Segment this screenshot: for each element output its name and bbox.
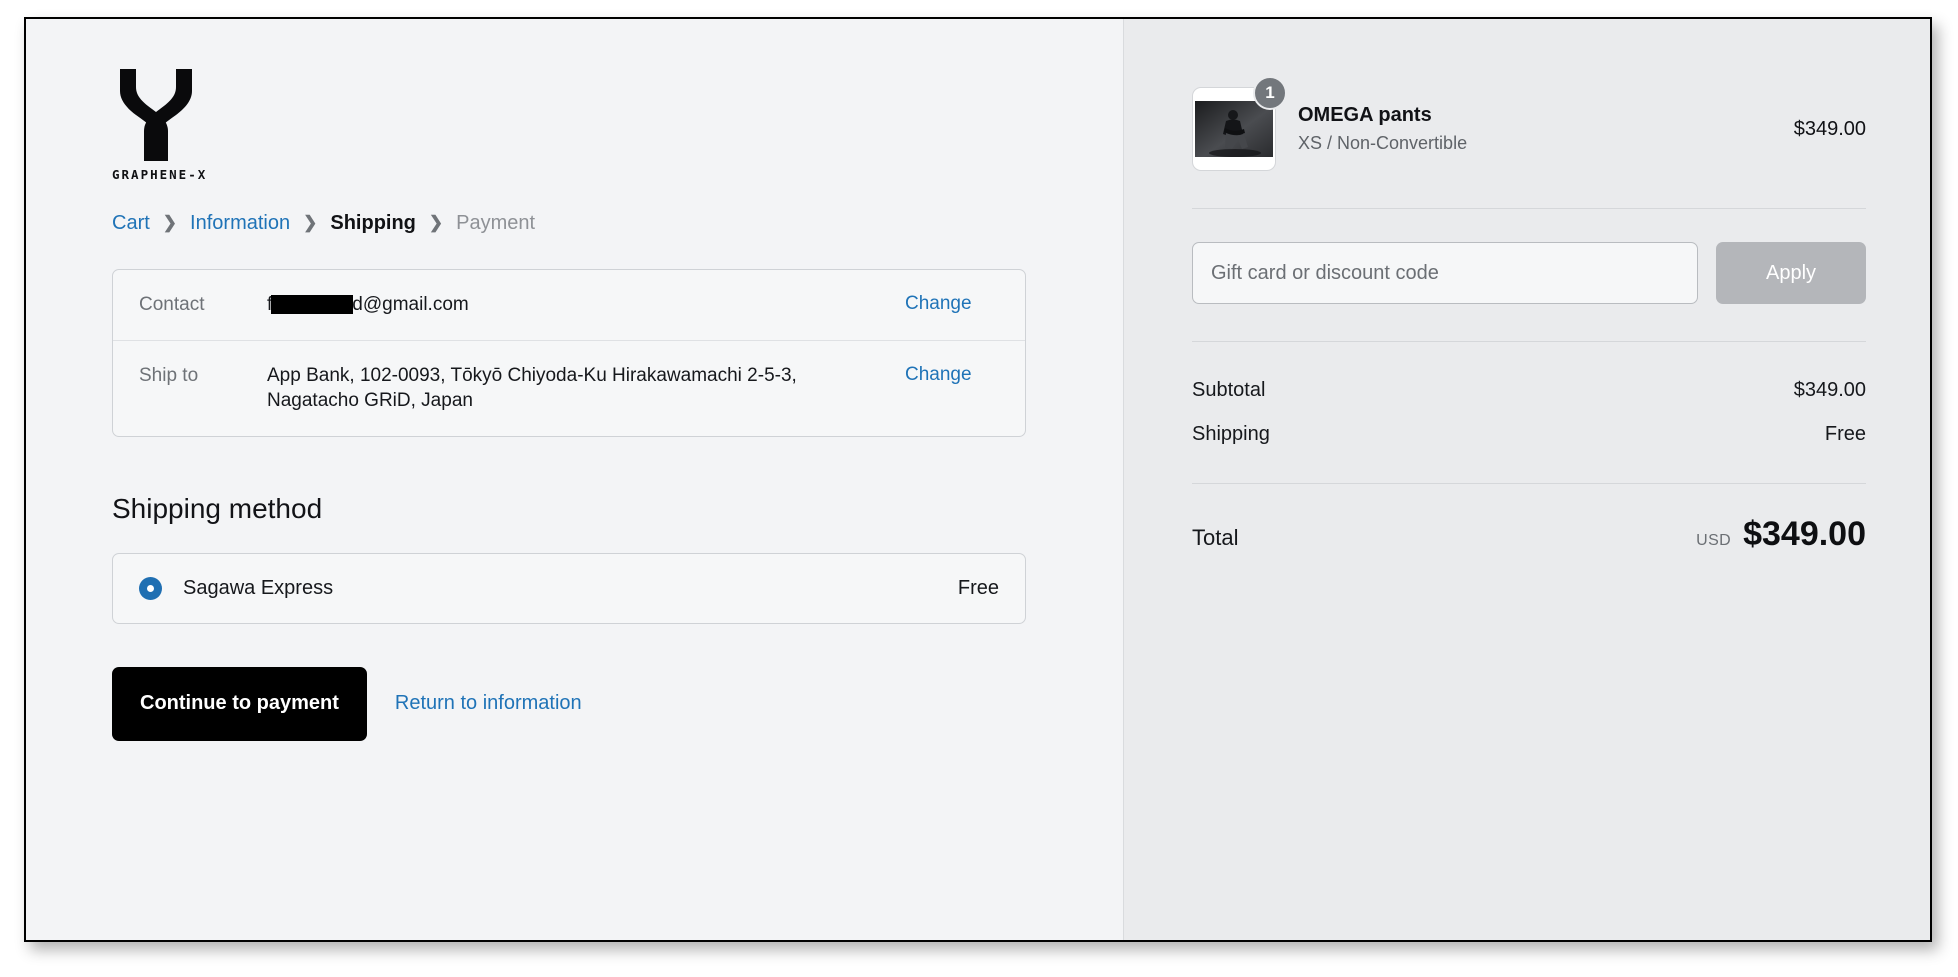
shipping-option-label: Sagawa Express	[183, 576, 334, 599]
breadcrumb-step-information[interactable]: Information	[190, 212, 290, 235]
shipping-value: Free	[1824, 423, 1866, 445]
ship-to-label: Ship to	[139, 364, 199, 386]
chevron-right-icon: ❯	[428, 213, 444, 232]
product-photo-omega-pants-icon	[1195, 101, 1273, 157]
email-suffix: d@gmail.com	[352, 294, 469, 315]
discount-code-input[interactable]	[1192, 242, 1698, 304]
graphene-x-chromosome-logo-icon	[120, 69, 192, 161]
quantity-badge: 1	[1253, 76, 1287, 110]
apply-discount-button[interactable]: Apply	[1716, 242, 1866, 304]
shipping-option-sagawa-express[interactable]: Sagawa Express Free	[112, 552, 1026, 624]
totals-list: Subtotal $349.00 Shipping Free	[1192, 379, 1866, 446]
shipping-option-price: Free	[957, 576, 999, 599]
subtotal-row: Subtotal $349.00	[1192, 379, 1866, 402]
product-price: $349.00	[1793, 117, 1866, 140]
summary-divider-middle	[1192, 341, 1866, 342]
line-item-info: OMEGA pants XS / Non-Convertible	[1298, 102, 1772, 155]
breadcrumb-step-cart[interactable]: Cart	[112, 212, 150, 235]
grand-total-label: Total	[1192, 525, 1239, 550]
product-title: OMEGA pants	[1298, 104, 1432, 127]
breadcrumb: Cart ❯ Information ❯ Shipping ❯ Payment	[112, 212, 1123, 235]
contact-row: Contact f d@gmail.com Change	[113, 270, 1025, 340]
summary-divider-bottom	[1192, 483, 1866, 484]
radio-selected-icon[interactable]	[139, 576, 162, 600]
chevron-right-icon: ❯	[303, 213, 318, 232]
discount-row: Apply	[1192, 242, 1866, 304]
breadcrumb-step-payment: Payment	[456, 212, 536, 234]
brand-wordmark: GRAPHENE-X	[112, 167, 208, 182]
grand-total-row: Total USD $349.00	[1192, 515, 1866, 554]
grand-total-amount-group: USD $349.00	[1696, 515, 1866, 554]
change-address-link[interactable]: Change	[905, 363, 972, 386]
checkout-screenshot-frame: GRAPHENE-X Cart ❯ Information ❯ Shipping…	[24, 17, 1932, 942]
breadcrumb-step-shipping: Shipping	[330, 212, 416, 234]
form-actions: Continue to payment Return to informatio…	[112, 666, 1123, 741]
chevron-right-icon: ❯	[162, 213, 178, 232]
return-to-information-link[interactable]: Return to information	[395, 692, 582, 715]
shipping-method-heading: Shipping method	[112, 492, 323, 524]
subtotal-label: Subtotal	[1192, 379, 1266, 401]
order-review-box: Contact f d@gmail.com Change Ship to App…	[112, 269, 1026, 437]
line-item: 1 OMEGA pants XS / Non-Convertible $349.…	[1192, 76, 1866, 171]
continue-to-payment-button[interactable]: Continue to payment	[112, 666, 367, 741]
redaction-bar	[271, 295, 354, 315]
product-variant: XS / Non-Convertible	[1298, 133, 1468, 154]
ship-to-row: Ship to App Bank, 102-0093, Tōkyō Chiyod…	[113, 339, 1025, 436]
grand-total-amount: $349.00	[1743, 515, 1866, 553]
change-contact-link[interactable]: Change	[905, 292, 972, 315]
contact-value: f d@gmail.com	[267, 292, 887, 318]
ship-to-value: App Bank, 102-0093, Tōkyō Chiyoda-Ku Hir…	[267, 364, 797, 412]
shipping-row: Shipping Free	[1192, 423, 1866, 446]
checkout-main-column: GRAPHENE-X Cart ❯ Information ❯ Shipping…	[26, 19, 1123, 940]
redacted-email: f d@gmail.com	[267, 292, 469, 318]
shipping-label: Shipping	[1192, 423, 1270, 445]
brand-logo[interactable]: GRAPHENE-X	[112, 67, 208, 182]
contact-label: Contact	[139, 294, 205, 315]
currency-code: USD	[1696, 532, 1732, 549]
product-thumbnail-wrapper: 1	[1192, 76, 1287, 171]
order-summary-panel: 1 OMEGA pants XS / Non-Convertible $349.…	[1124, 19, 1930, 940]
subtotal-value: $349.00	[1793, 379, 1866, 401]
summary-divider-top	[1192, 208, 1866, 209]
